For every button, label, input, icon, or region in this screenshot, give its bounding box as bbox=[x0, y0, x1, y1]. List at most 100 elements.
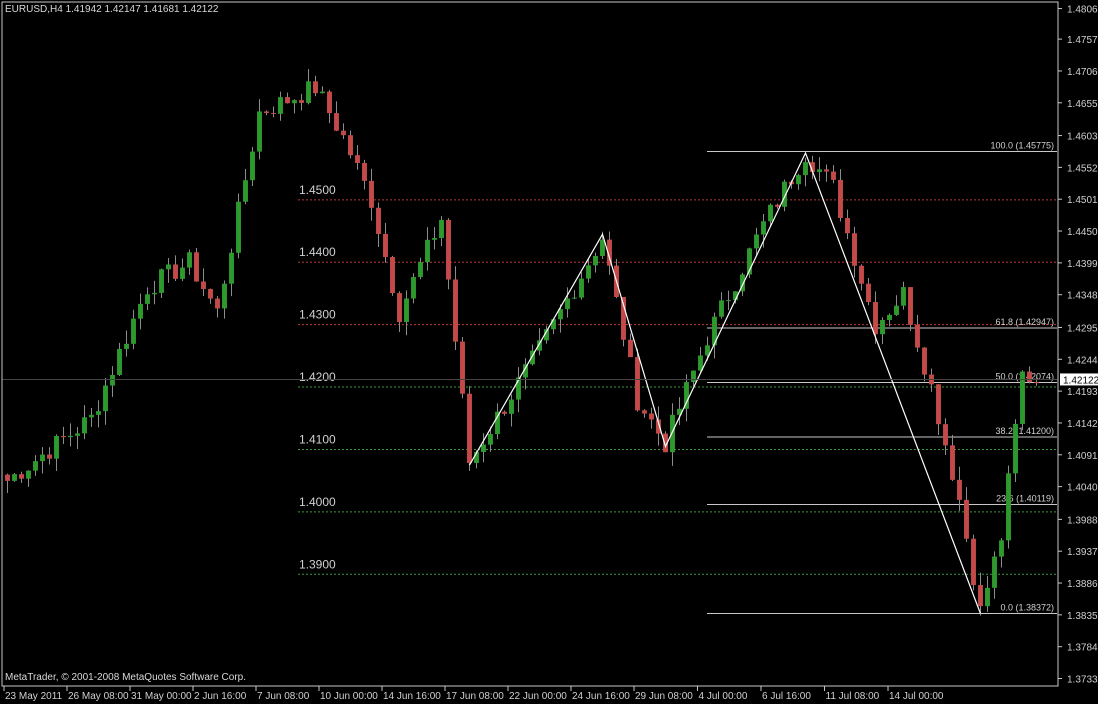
candle-body bbox=[796, 175, 801, 185]
candle-body bbox=[817, 169, 822, 173]
candle-body bbox=[754, 234, 759, 249]
candle-body bbox=[173, 264, 178, 279]
candle-body bbox=[418, 262, 423, 278]
candle-body bbox=[943, 424, 948, 446]
candle-body bbox=[838, 179, 843, 218]
candle-body bbox=[47, 454, 52, 459]
price-tick-label: 1.39880 bbox=[1067, 515, 1098, 526]
candle-body bbox=[901, 287, 906, 306]
candle-body bbox=[397, 293, 402, 323]
candle-body bbox=[565, 298, 570, 310]
fib-label: 100.0 (1.45775) bbox=[990, 140, 1054, 150]
candle-body bbox=[166, 264, 171, 270]
candle-body bbox=[691, 370, 696, 383]
candle-body bbox=[243, 180, 248, 202]
candle-body bbox=[950, 445, 955, 480]
candle-body bbox=[971, 538, 976, 586]
candle-body bbox=[26, 470, 31, 479]
candle-body bbox=[411, 277, 416, 299]
candle-body bbox=[922, 347, 927, 375]
candle-body bbox=[775, 204, 780, 207]
candle-body bbox=[894, 305, 899, 315]
candle-body bbox=[19, 474, 24, 479]
fib-label: 23.6 (1.40119) bbox=[996, 493, 1054, 503]
candle-body bbox=[215, 298, 220, 309]
candle-body bbox=[439, 219, 444, 238]
price-tick-label: 1.43480 bbox=[1067, 291, 1098, 302]
time-tick-label: 4 Jul 00:00 bbox=[699, 691, 748, 702]
time-tick-label: 26 May 08:00 bbox=[68, 691, 129, 702]
candle-body bbox=[208, 288, 213, 299]
candle-body bbox=[348, 135, 353, 156]
time-tick-label: 29 Jun 08:00 bbox=[635, 691, 693, 702]
candle-body bbox=[103, 385, 108, 412]
time-tick-label: 24 Jun 16:00 bbox=[572, 691, 630, 702]
price-chart[interactable]: 1.4500 1.4400 1.4300 1.4200 1.4100 1.4000 1.39… bbox=[0, 0, 1098, 704]
candle-body bbox=[1013, 423, 1018, 474]
candle-body bbox=[96, 411, 101, 415]
candle-body bbox=[278, 97, 283, 114]
candle-body bbox=[593, 255, 598, 266]
candle-body bbox=[341, 130, 346, 136]
candle-body bbox=[999, 540, 1004, 557]
price-axis: 1.48065 1.47575 1.47065 1.46555 1.46030 1.455… bbox=[2, 5, 1098, 686]
candle-body bbox=[383, 233, 388, 258]
candle-body bbox=[642, 410, 647, 414]
current-price-label: 1.42122 bbox=[1063, 375, 1098, 386]
time-tick-label: 6 Jul 16:00 bbox=[762, 691, 811, 702]
candle-body bbox=[586, 265, 591, 279]
price-tick-label: 1.38350 bbox=[1067, 611, 1098, 622]
candle-body bbox=[320, 91, 325, 94]
candle-body bbox=[299, 100, 304, 103]
candle-body bbox=[824, 169, 829, 172]
fib-label: 38.2 (1.41200) bbox=[995, 426, 1054, 436]
time-tick-label: 11 Jul 08:00 bbox=[826, 691, 880, 702]
candle-body bbox=[880, 320, 885, 335]
price-tick-label: 1.48065 bbox=[1067, 5, 1098, 16]
level-label: 1.4400 bbox=[299, 245, 336, 259]
candle-body bbox=[264, 111, 269, 114]
level-label: 1.4200 bbox=[299, 370, 336, 384]
candlesticks bbox=[5, 68, 1039, 616]
candle-body bbox=[313, 81, 318, 94]
candle-body bbox=[271, 113, 276, 115]
candle-body bbox=[222, 283, 227, 309]
candle-body bbox=[250, 151, 255, 181]
candle-body bbox=[488, 434, 493, 445]
price-tick-label: 1.42955 bbox=[1067, 323, 1098, 334]
time-axis: 23 May 2011 26 May 08:00 31 May 00:00 2 Jun… bbox=[3, 686, 944, 702]
symbol-ohlc-label: EURUSD,H4 1.41942 1.42147 1.41681 1.4212… bbox=[5, 4, 219, 15]
candle-body bbox=[285, 97, 290, 104]
candle-body bbox=[306, 81, 311, 103]
candle-body bbox=[1027, 371, 1032, 383]
candle-body bbox=[551, 319, 556, 330]
candle-body bbox=[852, 233, 857, 266]
candle-body bbox=[915, 324, 920, 348]
zigzag-indicator[interactable] bbox=[468, 151, 982, 614]
candle-body bbox=[509, 399, 514, 414]
candle-body bbox=[845, 217, 850, 234]
candle-body bbox=[292, 100, 297, 104]
time-tick-label: 2 Jun 16:00 bbox=[194, 691, 247, 702]
candle-body bbox=[376, 207, 381, 234]
price-tick-label: 1.46030 bbox=[1067, 132, 1098, 143]
candle-body bbox=[61, 435, 66, 438]
candle-body bbox=[236, 201, 241, 253]
candle-body bbox=[110, 374, 115, 386]
time-tick-label: 17 Jun 08:00 bbox=[446, 691, 504, 702]
price-tick-label: 1.40405 bbox=[1067, 483, 1098, 494]
candle-body bbox=[145, 294, 150, 304]
fibonacci-retracement[interactable]: 100.0 (1.45775)61.8 (1.42947)50.0 (1.420… bbox=[707, 140, 1057, 614]
time-tick-label: 31 May 00:00 bbox=[131, 691, 192, 702]
candle-body bbox=[481, 444, 486, 453]
candle-body bbox=[229, 252, 234, 284]
candle-body bbox=[124, 343, 129, 349]
candle-body bbox=[873, 302, 878, 335]
price-tick-label: 1.44500 bbox=[1067, 227, 1098, 238]
level-label: 1.4300 bbox=[299, 308, 336, 322]
candle-body bbox=[425, 239, 430, 263]
time-tick-label: 23 May 2011 bbox=[5, 691, 63, 702]
zigzag-line[interactable] bbox=[468, 151, 982, 614]
candle-body bbox=[327, 91, 332, 114]
price-tick-label: 1.40915 bbox=[1067, 451, 1098, 462]
